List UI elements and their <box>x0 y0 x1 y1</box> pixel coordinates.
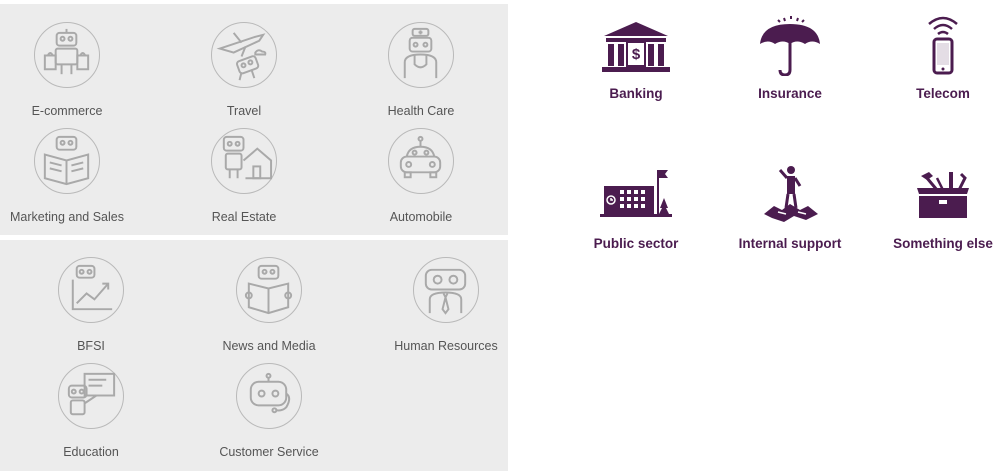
category-label: E-commerce <box>31 104 103 118</box>
industry-label: Internal support <box>738 236 842 251</box>
category-label: Education <box>63 445 119 459</box>
category-bfsi[interactable]: BFSI <box>21 257 161 353</box>
industry-insurance[interactable]: Insurance <box>725 14 855 101</box>
category-label: Health Care <box>387 104 455 118</box>
category-label: Human Resources <box>394 339 498 353</box>
category-ecommerce[interactable]: E-commerce <box>0 22 137 118</box>
category-label: Marketing and Sales <box>10 210 124 224</box>
category-label: Customer Service <box>219 445 319 459</box>
category-label: News and Media <box>222 339 316 353</box>
category-customer-service[interactable]: Customer Service <box>199 363 339 459</box>
newspaper-bot-icon <box>236 257 302 323</box>
category-label: Travel <box>226 104 262 118</box>
category-label: Automobile <box>389 210 453 224</box>
car-icon <box>388 128 454 194</box>
category-label: BFSI <box>77 339 105 353</box>
category-real-estate[interactable]: Real Estate <box>174 128 314 224</box>
house-bot-icon <box>211 128 277 194</box>
mobile-phone-icon <box>903 14 983 76</box>
category-health-care[interactable]: Health Care <box>351 22 491 118</box>
svg-text:$: $ <box>632 46 641 63</box>
industry-label: Telecom <box>916 86 970 101</box>
category-travel[interactable]: Travel <box>174 22 314 118</box>
growth-chart-bot-icon <box>58 257 124 323</box>
book-bot-icon <box>34 128 100 194</box>
industry-label: Banking <box>609 86 663 101</box>
bank-icon: $ <box>596 14 676 76</box>
category-human-resources[interactable]: Human Resources <box>376 257 516 353</box>
tie-bot-icon <box>413 257 479 323</box>
category-label: Real Estate <box>211 210 277 224</box>
government-building-icon <box>596 164 676 226</box>
industry-label: Insurance <box>758 86 822 101</box>
teacher-bot-icon <box>58 363 124 429</box>
category-education[interactable]: Education <box>21 363 161 459</box>
industry-banking[interactable]: $ Banking <box>571 14 701 101</box>
industry-public-sector[interactable]: Public sector <box>571 164 701 251</box>
industry-something-else[interactable]: Something else <box>878 164 1005 251</box>
airplane-bot-icon <box>211 22 277 88</box>
category-news-and-media[interactable]: News and Media <box>199 257 339 353</box>
toolbox-icon <box>903 164 983 226</box>
bot-categories-panel-top: E-commerce Travel Health Care Marketing … <box>0 4 508 235</box>
category-automobile[interactable]: Automobile <box>351 128 491 224</box>
industry-label: Something else <box>893 236 993 251</box>
industry-telecom[interactable]: Telecom <box>878 14 1005 101</box>
bot-categories-panel-bottom: BFSI News and Media Human Resources Educ… <box>0 240 508 471</box>
industry-internal-support[interactable]: Internal support <box>725 164 855 251</box>
support-person-icon <box>750 164 830 226</box>
shopping-bot-icon <box>34 22 100 88</box>
umbrella-icon <box>750 14 830 76</box>
category-marketing-and-sales[interactable]: Marketing and Sales <box>0 128 137 224</box>
doctor-bot-icon <box>388 22 454 88</box>
headset-bot-icon <box>236 363 302 429</box>
industry-label: Public sector <box>593 236 679 251</box>
